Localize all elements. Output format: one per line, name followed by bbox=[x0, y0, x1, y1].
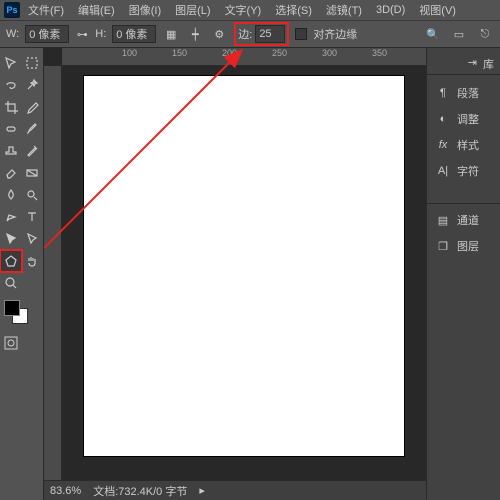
library-label[interactable]: 库 bbox=[483, 56, 494, 72]
ruler-vertical[interactable] bbox=[44, 66, 62, 480]
marquee-tool[interactable] bbox=[22, 52, 44, 74]
width-input[interactable] bbox=[25, 25, 69, 43]
menu-filter[interactable]: 滤镜(T) bbox=[320, 0, 368, 20]
document-canvas[interactable] bbox=[84, 76, 404, 456]
toolbar bbox=[0, 48, 44, 500]
quickmask-toggle[interactable] bbox=[0, 332, 22, 354]
history-brush-tool[interactable] bbox=[22, 140, 44, 162]
menu-edit[interactable]: 编辑(E) bbox=[72, 0, 121, 20]
panel-dock: ⇥ 库 ¶ 段落 ◐ 调整 fx 样式 A| 字符 ▤ 通道 ❐ 图层 bbox=[426, 48, 500, 500]
polygon-shape-tool[interactable] bbox=[0, 250, 22, 272]
style-icon: fx bbox=[435, 137, 451, 153]
doc-size: 文档:732.4K/0 字节 bbox=[93, 483, 187, 499]
menu-file[interactable]: 文件(F) bbox=[22, 0, 70, 20]
align-icon[interactable]: ┿ bbox=[186, 25, 204, 43]
menu-type[interactable]: 文字(Y) bbox=[219, 0, 268, 20]
share-icon[interactable]: ⎋ bbox=[476, 25, 494, 43]
ruler-tick: 100 bbox=[122, 48, 137, 58]
channel-icon: ▤ bbox=[435, 212, 451, 228]
options-bar: W: ⊶ H: ▦ ┿ ⚙ 边: 对齐边缘 🔍 ▭ ⎋ bbox=[0, 20, 500, 48]
panel-label: 图层 bbox=[457, 238, 479, 254]
height-label: H: bbox=[95, 28, 106, 40]
sides-option-highlight: 边: bbox=[234, 22, 289, 46]
type-tool[interactable] bbox=[22, 206, 44, 228]
gradient-tool[interactable] bbox=[22, 162, 44, 184]
path-select-tool[interactable] bbox=[0, 228, 22, 250]
panel-label: 样式 bbox=[457, 137, 479, 153]
app-logo: Ps bbox=[4, 2, 20, 18]
ruler-horizontal[interactable]: 100 150 200 250 300 350 bbox=[62, 48, 426, 66]
menu-layer[interactable]: 图层(L) bbox=[169, 0, 216, 20]
gear-icon[interactable]: ⚙ bbox=[210, 25, 228, 43]
ruler-tick: 150 bbox=[172, 48, 187, 58]
workspace-icon[interactable]: ▭ bbox=[450, 25, 468, 43]
panel-paragraph[interactable]: ¶ 段落 bbox=[427, 81, 500, 105]
direct-select-tool[interactable] bbox=[22, 228, 44, 250]
zoom-level[interactable]: 83.6% bbox=[50, 485, 81, 497]
canvas-area: 100 150 200 250 300 350 83.6% 文档:732.4K/… bbox=[44, 48, 426, 500]
heal-tool[interactable] bbox=[0, 118, 22, 140]
foreground-swatch[interactable] bbox=[4, 300, 20, 316]
collapse-icon[interactable]: ⇥ bbox=[468, 56, 477, 72]
panel-label: 调整 bbox=[457, 111, 479, 127]
panel-styles[interactable]: fx 样式 bbox=[427, 133, 500, 157]
height-input[interactable] bbox=[112, 25, 156, 43]
move-tool[interactable] bbox=[0, 52, 22, 74]
panel-channels[interactable]: ▤ 通道 bbox=[427, 208, 500, 232]
hand-tool[interactable] bbox=[22, 250, 44, 272]
wand-tool[interactable] bbox=[22, 74, 44, 96]
paragraph-icon: ¶ bbox=[435, 85, 451, 101]
search-icon[interactable]: 🔍 bbox=[424, 25, 442, 43]
align-edges-checkbox[interactable] bbox=[295, 28, 307, 40]
stamp-tool[interactable] bbox=[0, 140, 22, 162]
menu-image[interactable]: 图像(I) bbox=[123, 0, 167, 20]
sides-label: 边: bbox=[238, 26, 252, 42]
empty-tool bbox=[22, 272, 44, 294]
grid-icon[interactable]: ▦ bbox=[162, 25, 180, 43]
panel-label: 段落 bbox=[457, 85, 479, 101]
crop-tool[interactable] bbox=[0, 96, 22, 118]
sides-input[interactable] bbox=[255, 25, 285, 43]
ruler-tick: 200 bbox=[222, 48, 237, 58]
align-edges-label: 对齐边缘 bbox=[313, 26, 357, 42]
panel-label: 通道 bbox=[457, 212, 479, 228]
brush-tool[interactable] bbox=[22, 118, 44, 140]
panel-adjustments[interactable]: ◐ 调整 bbox=[427, 107, 500, 131]
ruler-tick: 250 bbox=[272, 48, 287, 58]
menu-view[interactable]: 视图(V) bbox=[413, 0, 462, 20]
ruler-tick: 350 bbox=[372, 48, 387, 58]
ruler-tick: 300 bbox=[322, 48, 337, 58]
pen-tool[interactable] bbox=[0, 206, 22, 228]
char-icon: A| bbox=[435, 163, 451, 179]
eyedropper-tool[interactable] bbox=[22, 96, 44, 118]
adjust-icon: ◐ bbox=[435, 111, 451, 127]
zoom-tool[interactable] bbox=[0, 272, 22, 294]
blur-tool[interactable] bbox=[0, 184, 22, 206]
menubar: Ps 文件(F) 编辑(E) 图像(I) 图层(L) 文字(Y) 选择(S) 滤… bbox=[0, 0, 500, 20]
eraser-tool[interactable] bbox=[0, 162, 22, 184]
layer-icon: ❐ bbox=[435, 238, 451, 254]
status-arrow-icon[interactable]: ▸ bbox=[199, 484, 205, 497]
width-label: W: bbox=[6, 28, 19, 40]
color-swatches[interactable] bbox=[0, 300, 43, 328]
link-icon[interactable]: ⊶ bbox=[75, 25, 89, 43]
dodge-tool[interactable] bbox=[22, 184, 44, 206]
status-bar: 83.6% 文档:732.4K/0 字节 ▸ bbox=[44, 480, 426, 500]
panel-character[interactable]: A| 字符 bbox=[427, 159, 500, 183]
menu-3d[interactable]: 3D(D) bbox=[370, 2, 411, 18]
panel-layers[interactable]: ❐ 图层 bbox=[427, 234, 500, 258]
menu-select[interactable]: 选择(S) bbox=[269, 0, 318, 20]
panel-label: 字符 bbox=[457, 163, 479, 179]
lasso-tool[interactable] bbox=[0, 74, 22, 96]
